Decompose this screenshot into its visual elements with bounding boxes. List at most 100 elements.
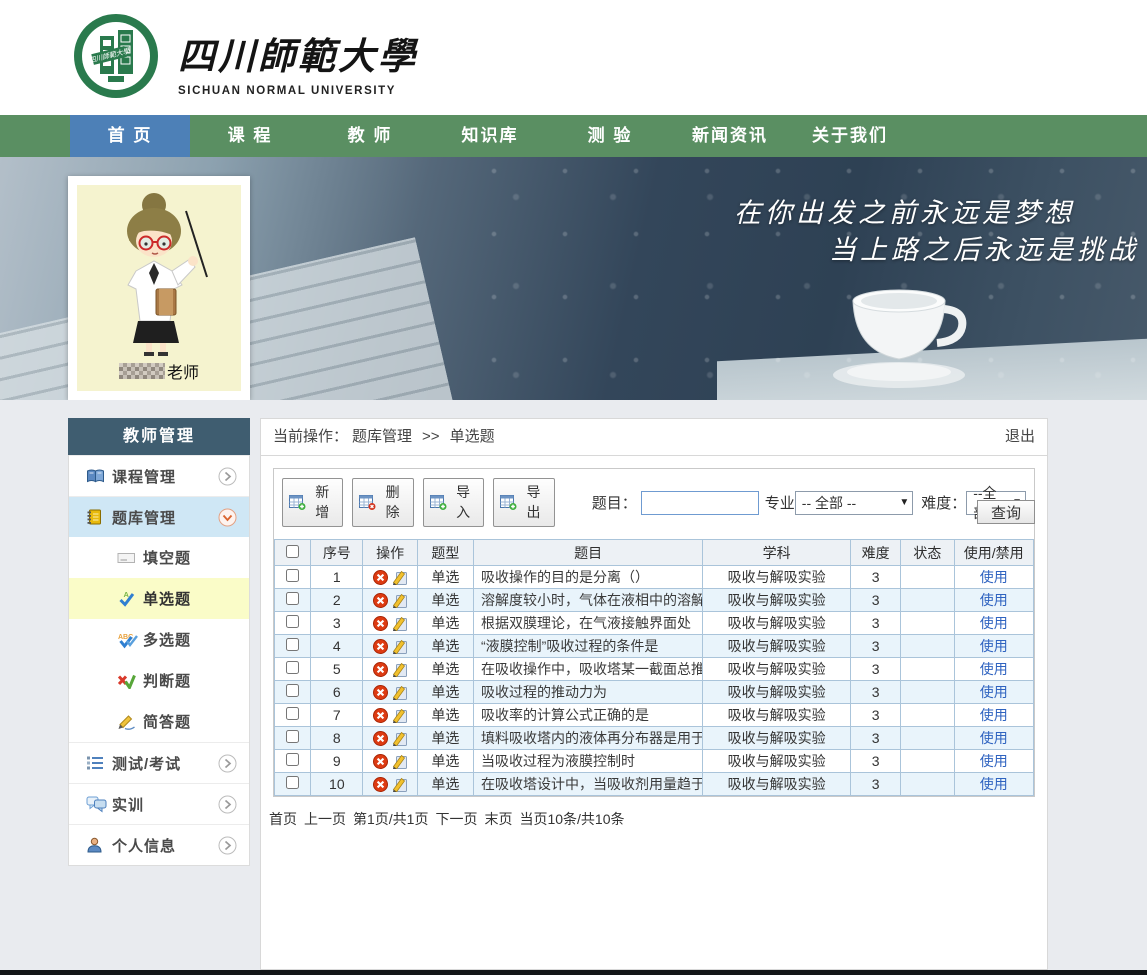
- row-checkbox[interactable]: [286, 615, 299, 628]
- row-select-cell: [275, 635, 311, 658]
- delete-row-icon[interactable]: [373, 662, 388, 677]
- edit-row-icon[interactable]: [392, 616, 407, 631]
- row-select-cell: [275, 566, 311, 589]
- delete-row-icon[interactable]: [373, 593, 388, 608]
- coffee-cup-decoration: [819, 269, 979, 396]
- cell-title: “液膜控制”吸收过程的条件是: [474, 635, 703, 658]
- edit-row-icon[interactable]: [392, 685, 407, 700]
- delete-row-icon[interactable]: [373, 754, 388, 769]
- export-button[interactable]: 导出: [493, 478, 554, 527]
- cell-difficulty: 3: [850, 612, 900, 635]
- row-checkbox[interactable]: [286, 638, 299, 651]
- sidebar-item-7[interactable]: 测试/考试: [69, 742, 249, 783]
- nav-tab-6[interactable]: 关于我们: [790, 115, 910, 157]
- usage-toggle-link[interactable]: 使用: [980, 707, 1008, 723]
- chevron-right-icon[interactable]: [218, 795, 237, 819]
- delete-row-icon[interactable]: [373, 685, 388, 700]
- sidebar-title: 教师管理: [68, 418, 250, 455]
- nav-tab-3[interactable]: 知识库: [430, 115, 550, 157]
- col-header-status: 状态: [901, 540, 954, 566]
- edit-row-icon[interactable]: [392, 662, 407, 677]
- question-title-input[interactable]: [641, 491, 759, 515]
- edit-row-icon[interactable]: [392, 639, 407, 654]
- cell-title: 在吸收操作中，吸收塔某一截面总推...: [474, 658, 703, 681]
- sidebar-item-5[interactable]: 判断题: [69, 660, 249, 701]
- nav-tab-5[interactable]: 新闻资讯: [670, 115, 790, 157]
- row-checkbox[interactable]: [286, 569, 299, 582]
- edit-row-icon[interactable]: [392, 708, 407, 723]
- sidebar-item-4[interactable]: ABC多选题: [69, 619, 249, 660]
- row-select-cell: [275, 773, 311, 796]
- col-header-type: 题型: [417, 540, 473, 566]
- breadcrumb: 当前操作： 题库管理 >> 单选题 退出: [261, 419, 1047, 456]
- pagination-next[interactable]: 下一页: [435, 811, 477, 827]
- cell-title: 溶解度较小时，气体在液相中的溶解...: [474, 589, 703, 612]
- import-button[interactable]: 导入: [423, 478, 484, 527]
- university-seal-logo[interactable]: 四川師範大學: [72, 12, 160, 105]
- edit-row-icon[interactable]: [392, 777, 407, 792]
- row-checkbox[interactable]: [286, 730, 299, 743]
- delete-row-icon[interactable]: [373, 708, 388, 723]
- cell-actions: [363, 566, 417, 589]
- usage-toggle-link[interactable]: 使用: [980, 569, 1008, 585]
- edit-row-icon[interactable]: [392, 593, 407, 608]
- chevron-down-icon[interactable]: [218, 508, 237, 532]
- row-checkbox[interactable]: [286, 776, 299, 789]
- cell-difficulty: 3: [850, 658, 900, 681]
- usage-toggle-link[interactable]: 使用: [980, 592, 1008, 608]
- chevron-right-icon[interactable]: [218, 836, 237, 860]
- delete-button[interactable]: 删除: [352, 478, 413, 527]
- sidebar-item-6[interactable]: 简答题: [69, 701, 249, 742]
- university-name-en: SICHUAN NORMAL UNIVERSITY: [178, 85, 418, 97]
- nav-tab-1[interactable]: 课 程: [190, 115, 310, 157]
- chevron-right-icon[interactable]: [218, 754, 237, 778]
- chevron-right-icon[interactable]: [218, 467, 237, 491]
- select-all-checkbox[interactable]: [286, 545, 299, 558]
- sidebar-item-1[interactable]: 题库管理: [69, 496, 249, 537]
- edit-row-icon[interactable]: [392, 570, 407, 585]
- sidebar-item-0[interactable]: 课程管理: [69, 455, 249, 496]
- major-select[interactable]: -- 全部 -- ▼: [795, 491, 913, 515]
- nav-tab-2[interactable]: 教 师: [310, 115, 430, 157]
- pagination-first[interactable]: 首页: [269, 811, 297, 827]
- usage-toggle-link[interactable]: 使用: [980, 753, 1008, 769]
- delete-row-icon[interactable]: [373, 639, 388, 654]
- usage-toggle-link[interactable]: 使用: [980, 684, 1008, 700]
- logout-link[interactable]: 退出: [1005, 419, 1035, 455]
- cell-usage: 使用: [954, 589, 1034, 612]
- cell-status: [901, 658, 954, 681]
- sidebar-item-2[interactable]: 填空题: [69, 537, 249, 578]
- delete-row-icon[interactable]: [373, 777, 388, 792]
- add-button[interactable]: 新增: [282, 478, 343, 527]
- edit-row-icon[interactable]: [392, 731, 407, 746]
- row-checkbox[interactable]: [286, 661, 299, 674]
- cell-subject: 吸收与解吸实验: [703, 750, 851, 773]
- breadcrumb-separator: >>: [422, 419, 440, 455]
- delete-row-icon[interactable]: [373, 616, 388, 631]
- nav-tab-0[interactable]: 首 页: [70, 115, 190, 157]
- search-button[interactable]: 查询: [977, 500, 1035, 524]
- sidebar-item-3[interactable]: A单选题: [69, 578, 249, 619]
- row-checkbox[interactable]: [286, 707, 299, 720]
- nav-tab-4[interactable]: 测 验: [550, 115, 670, 157]
- university-name-zh: 四川師範大學: [178, 26, 418, 80]
- row-checkbox[interactable]: [286, 684, 299, 697]
- sidebar-item-9[interactable]: 个人信息: [69, 824, 249, 865]
- sidebar-item-8[interactable]: 实训: [69, 783, 249, 824]
- col-header-title: 题目: [474, 540, 703, 566]
- usage-toggle-link[interactable]: 使用: [980, 730, 1008, 746]
- row-checkbox[interactable]: [286, 592, 299, 605]
- table-row: 2单选溶解度较小时，气体在液相中的溶解...吸收与解吸实验3使用: [275, 589, 1034, 612]
- delete-row-icon[interactable]: [373, 731, 388, 746]
- usage-toggle-link[interactable]: 使用: [980, 661, 1008, 677]
- pagination-last[interactable]: 末页: [484, 811, 512, 827]
- usage-toggle-link[interactable]: 使用: [980, 615, 1008, 631]
- cell-actions: [363, 658, 417, 681]
- row-checkbox[interactable]: [286, 753, 299, 766]
- usage-toggle-link[interactable]: 使用: [980, 776, 1008, 792]
- edit-row-icon[interactable]: [392, 754, 407, 769]
- usage-toggle-link[interactable]: 使用: [980, 638, 1008, 654]
- delete-row-icon[interactable]: [373, 570, 388, 585]
- cell-usage: 使用: [954, 704, 1034, 727]
- pagination-prev[interactable]: 上一页: [304, 811, 346, 827]
